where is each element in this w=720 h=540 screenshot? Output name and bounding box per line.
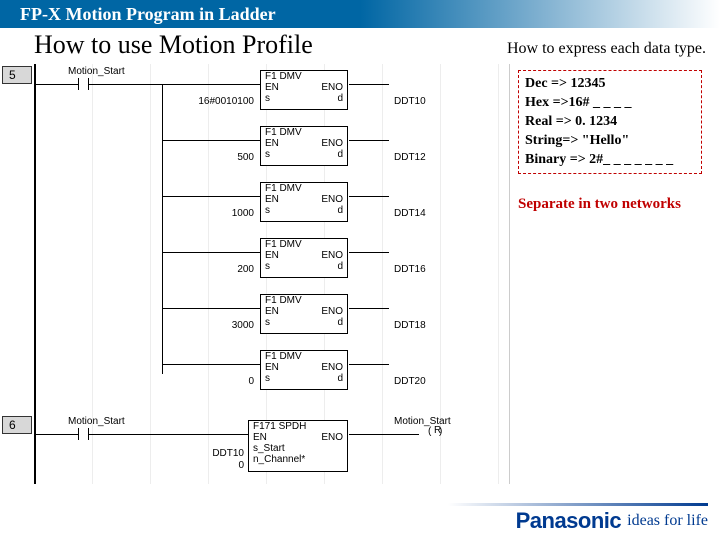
dmv-out-0: DDT10 [394, 96, 426, 107]
legend-hex: Hex =>16# _ _ _ _ [525, 94, 695, 113]
dmv-block-0[interactable]: F1 DMV ENENO sd [260, 70, 348, 110]
dmv-in-5: 0 [154, 376, 254, 387]
dmv-block-5[interactable]: F1 DMV ENENO sd [260, 350, 348, 390]
dmv-in-1: 500 [154, 152, 254, 163]
spdh-in2-val: 0 [154, 460, 244, 471]
dmv-block-1[interactable]: F1 DMV ENENO sd [260, 126, 348, 166]
legend-dec: Dec => 12345 [525, 75, 695, 94]
brand-logo: Panasonic [516, 508, 622, 534]
ladder-diagram: 5 6 Motion_Start 16#0010100 F1 DMV ENENO… [0, 64, 510, 484]
legend-string: String=> "Hello" [525, 132, 695, 151]
header-title: FP-X Motion Program in Ladder [20, 4, 276, 24]
page-title: How to use Motion Profile [34, 30, 313, 60]
dmv-block-2[interactable]: F1 DMV ENENO sd [260, 182, 348, 222]
dmv-block-3[interactable]: F1 DMV ENENO sd [260, 238, 348, 278]
page-header: FP-X Motion Program in Ladder [0, 0, 720, 28]
title-row: How to use Motion Profile How to express… [0, 28, 720, 60]
spdh-block[interactable]: F171 SPDH ENENO s_Start n_Channel* [248, 420, 348, 472]
side-panel: Dec => 12345 Hex =>16# _ _ _ _ Real => 0… [510, 64, 710, 484]
left-rail [34, 64, 36, 484]
dmv-in-0: 16#0010100 [154, 96, 254, 107]
dmv-out-5: DDT20 [394, 376, 426, 387]
rung-number-5: 5 [2, 66, 32, 84]
motion-start-contact[interactable] [68, 70, 98, 90]
legend-binary: Binary => 2#_ _ _ _ _ _ _ [525, 151, 695, 170]
dmv-in-3: 200 [154, 264, 254, 275]
brand-tagline: ideas for life [627, 512, 708, 530]
dmv-out-4: DDT18 [394, 320, 426, 331]
dmv-out-1: DDT12 [394, 152, 426, 163]
footer-rule [448, 503, 708, 506]
dmv-block-4[interactable]: F1 DMV ENENO sd [260, 294, 348, 334]
motion-start-contact-6[interactable] [68, 420, 98, 440]
legend-real: Real => 0. 1234 [525, 113, 695, 132]
page-subtitle: How to express each data type. [507, 40, 706, 58]
dmv-out-2: DDT14 [394, 208, 426, 219]
datatype-legend: Dec => 12345 Hex =>16# _ _ _ _ Real => 0… [518, 70, 702, 174]
rung-number-6: 6 [2, 416, 32, 434]
dmv-out-3: DDT16 [394, 264, 426, 275]
content-area: 5 6 Motion_Start 16#0010100 F1 DMV ENENO… [0, 60, 720, 484]
reset-coil[interactable]: (R) [422, 428, 452, 440]
footer: Panasonic ideas for life [516, 508, 708, 534]
dmv-in-4: 3000 [154, 320, 254, 331]
dmv-in-2: 1000 [154, 208, 254, 219]
separator-note: Separate in two networks [518, 196, 702, 213]
spdh-in1-val: DDT10 [154, 448, 244, 459]
